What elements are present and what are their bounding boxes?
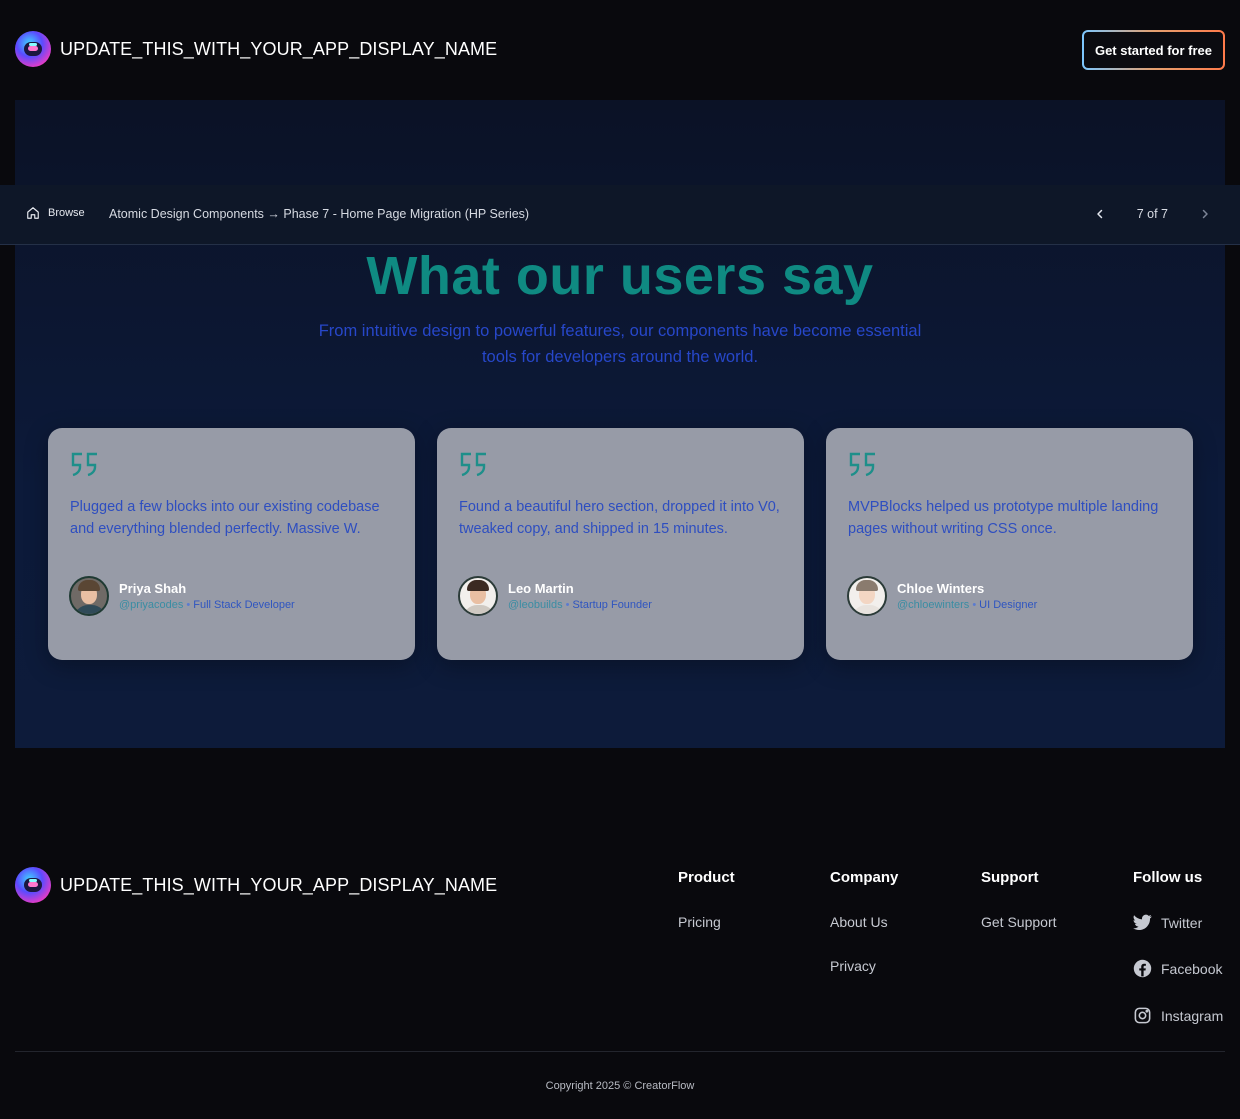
- author-name: Chloe Winters: [897, 581, 985, 596]
- quote-icon: [460, 452, 486, 477]
- author-role: UI Designer: [979, 599, 1038, 611]
- footer-link-support[interactable]: Get Support: [981, 914, 1057, 930]
- author-handle: @leobuilds: [508, 599, 563, 611]
- browse-label: Browse: [48, 207, 85, 219]
- testimonial-quote: MVPBlocks helped us prototype multiple l…: [848, 499, 1159, 537]
- testimonial-card: Found a beautiful hero section, dropped …: [437, 428, 804, 660]
- facebook-icon: [1133, 959, 1152, 978]
- footer-link-pricing[interactable]: Pricing: [678, 914, 735, 930]
- twitter-label: Twitter: [1161, 914, 1203, 931]
- footer-link-twitter[interactable]: Twitter: [1133, 914, 1223, 931]
- column-heading: Company: [830, 869, 899, 886]
- header-brand[interactable]: UPDATE_THIS_WITH_YOUR_APP_DISPLAY_NAME: [15, 31, 497, 67]
- chevron-left-icon: [1096, 209, 1102, 219]
- author-handle: @chloewinters: [897, 599, 970, 611]
- testimonial-card: MVPBlocks helped us prototype multiple l…: [826, 428, 1193, 660]
- column-heading: Support: [981, 869, 1039, 886]
- site-header: UPDATE_THIS_WITH_YOUR_APP_DISPLAY_NAME G…: [0, 0, 1240, 100]
- footer-link-about[interactable]: About Us: [830, 914, 898, 930]
- next-button[interactable]: [1196, 205, 1214, 223]
- copyright: Copyright 2025 © CreatorFlow: [545, 1080, 695, 1092]
- testimonial-quote: Found a beautiful hero section, dropped …: [459, 499, 780, 537]
- app-logo-icon: [15, 867, 51, 903]
- footer-column-support: Support Get Support: [981, 869, 1057, 930]
- avatar: [69, 576, 109, 616]
- quote-icon: [849, 452, 875, 477]
- footer-column-company: Company About Us Privacy: [830, 869, 898, 974]
- instagram-label: Instagram: [1161, 1007, 1224, 1024]
- avatar: [847, 576, 887, 616]
- app-name: UPDATE_THIS_WITH_YOUR_APP_DISPLAY_NAME: [60, 874, 498, 895]
- chevron-right-icon: [1202, 209, 1208, 219]
- page-indicator: 7 of 7: [1136, 207, 1168, 221]
- footer-column-product: Product Pricing: [678, 869, 735, 930]
- footer-divider: [15, 1051, 1225, 1052]
- quote-icon: [71, 452, 97, 477]
- author-name: Leo Martin: [508, 581, 574, 596]
- home-icon: [27, 207, 39, 219]
- section-title: What our users say: [366, 246, 874, 306]
- footer-link-instagram[interactable]: Instagram: [1133, 1006, 1223, 1025]
- get-started-button[interactable]: Get started for free: [1082, 30, 1225, 70]
- facebook-label: Facebook: [1161, 960, 1223, 977]
- section-subtitle: From intuitive design to powerful featur…: [318, 322, 922, 366]
- author-name: Priya Shah: [119, 581, 187, 596]
- footer-link-facebook[interactable]: Facebook: [1133, 959, 1223, 978]
- instagram-icon: [1134, 1007, 1151, 1024]
- preview-toolbar: Browse Atomic Design Components → Phase …: [0, 185, 1240, 245]
- author-handle: @priyacodes: [119, 599, 184, 611]
- avatar: [458, 576, 498, 616]
- author-meta: @priyacodes • Full Stack Developer: [119, 599, 295, 611]
- app-name: UPDATE_THIS_WITH_YOUR_APP_DISPLAY_NAME: [60, 38, 498, 59]
- footer-brand[interactable]: UPDATE_THIS_WITH_YOUR_APP_DISPLAY_NAME: [15, 867, 497, 903]
- testimonial-quote: Plugged a few blocks into our existing c…: [70, 499, 380, 537]
- breadcrumb: Atomic Design Components → Phase 7 - Hom…: [109, 207, 530, 221]
- app-logo-icon: [15, 31, 51, 67]
- prev-button[interactable]: [1091, 205, 1109, 223]
- author-meta: @chloewinters • UI Designer: [897, 599, 1038, 611]
- column-heading: Follow us: [1133, 869, 1203, 886]
- author-role: Full Stack Developer: [193, 599, 295, 611]
- testimonial-card: Plugged a few blocks into our existing c…: [48, 428, 415, 660]
- column-heading: Product: [678, 869, 735, 886]
- footer-column-social: Follow us Twitter Facebook Instagram: [1133, 869, 1223, 1025]
- twitter-icon: [1133, 914, 1152, 931]
- browse-link[interactable]: Browse: [26, 206, 85, 220]
- pagination: 7 of 7: [1091, 205, 1214, 223]
- footer-link-privacy[interactable]: Privacy: [830, 958, 898, 974]
- author-role: Startup Founder: [572, 599, 652, 611]
- author-meta: @leobuilds • Startup Founder: [508, 599, 652, 611]
